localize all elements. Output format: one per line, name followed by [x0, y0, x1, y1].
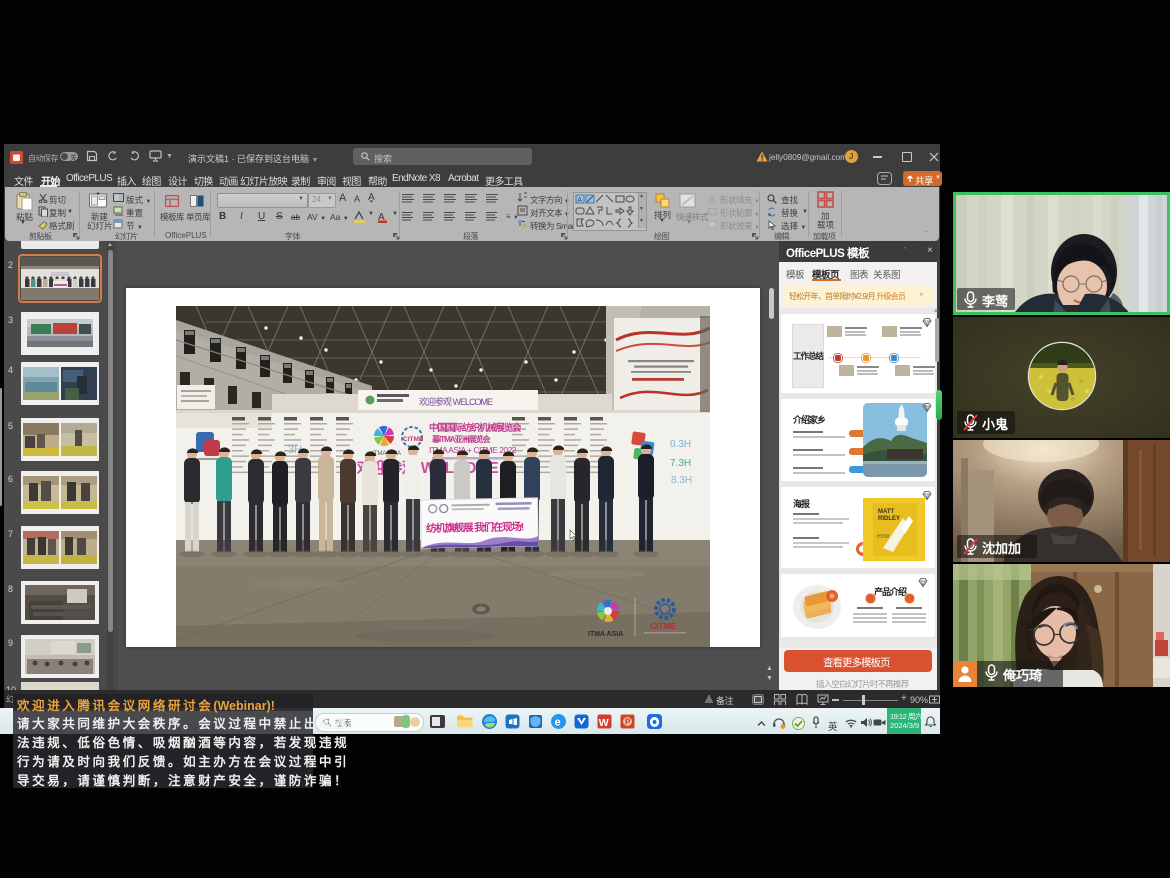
svg-text:CITME: CITME [650, 621, 677, 631]
svg-text:ITMA ASIA: ITMA ASIA [588, 631, 623, 638]
svg-text:CITME: CITME [403, 436, 424, 443]
svg-text:中国国际纺织机械展览会: 中国国际纺织机械展览会 [429, 422, 522, 434]
svg-text:小鬼: 小鬼 [982, 417, 1008, 432]
svg-text:RIDLEY: RIDLEY [878, 516, 900, 522]
svg-text:MATT: MATT [878, 509, 895, 515]
svg-text:8.3H: 8.3H [671, 475, 692, 486]
svg-text:W: W [599, 717, 609, 729]
svg-text:0.3H: 0.3H [670, 439, 691, 450]
svg-text:俺巧琦: 俺巧琦 [1002, 668, 1042, 683]
svg-text:李莺: 李莺 [981, 294, 1008, 309]
svg-text:欢迎参观 WELCOME: 欢迎参观 WELCOME [419, 396, 493, 407]
svg-text:7.3H: 7.3H [670, 458, 691, 469]
svg-text:纺机旗舰展 我们在现场!: 纺机旗舰展 我们在现场! [426, 520, 524, 535]
svg-text:沈加加: 沈加加 [982, 541, 1021, 556]
svg-text:e: e [555, 717, 561, 729]
svg-text:HOW: HOW [877, 534, 890, 540]
svg-text:P: P [625, 718, 631, 727]
svg-text:暮ITMA亚洲展览会: 暮ITMA亚洲展览会 [431, 434, 491, 444]
svg-text:A: A [577, 197, 582, 204]
